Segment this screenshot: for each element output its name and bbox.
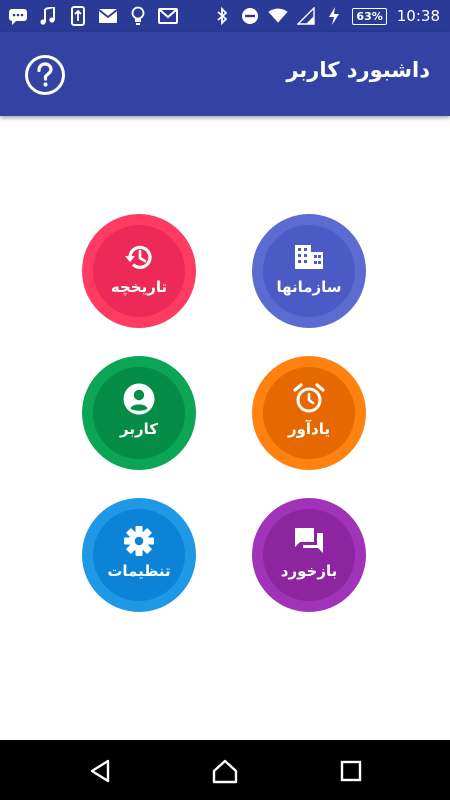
building-icon (292, 240, 326, 274)
music-icon (38, 6, 58, 26)
feedback-button[interactable]: بازخورد (252, 498, 366, 612)
organizations-button[interactable]: سازمانها (252, 214, 366, 328)
wifi-icon (268, 6, 289, 26)
mail-icon (98, 6, 118, 26)
home-icon (212, 759, 238, 784)
do-not-disturb-icon (240, 6, 260, 26)
account-icon (122, 382, 156, 416)
help-button[interactable] (24, 54, 66, 96)
gmail-icon (158, 6, 178, 26)
back-icon (90, 759, 110, 783)
settings-button[interactable]: تنظیمات (82, 498, 196, 612)
alarm-icon (292, 382, 326, 416)
navigation-bar (0, 740, 450, 800)
help-icon (25, 55, 65, 95)
home-button[interactable] (212, 758, 238, 784)
user-label: کاربر (120, 420, 158, 438)
organizations-label: سازمانها (276, 278, 342, 296)
reminder-button[interactable]: یادآور (252, 356, 366, 470)
bluetooth-icon (212, 6, 232, 26)
charging-icon (324, 6, 344, 26)
history-button[interactable]: تاریخچه (82, 214, 196, 328)
app-bar: داشبورد کاربر (0, 32, 450, 116)
recents-button[interactable] (338, 758, 364, 784)
back-button[interactable] (88, 758, 114, 784)
system-icons: 63% 10:38 (212, 0, 440, 32)
notification-icons (8, 0, 178, 32)
settings-label: تنظیمات (107, 562, 171, 580)
recents-icon (340, 760, 362, 782)
battery-level: 63% (352, 7, 387, 25)
usb-icon (68, 6, 88, 26)
clock: 10:38 (396, 7, 440, 25)
history-label: تاریخچه (110, 278, 168, 296)
feedback-label: بازخورد (280, 562, 338, 580)
gear-icon (122, 524, 156, 558)
page-title: داشبورد کاربر (286, 58, 430, 82)
lightbulb-icon (128, 6, 148, 26)
user-button[interactable]: کاربر (82, 356, 196, 470)
feedback-icon (292, 524, 326, 558)
cell-signal-icon (296, 6, 316, 26)
messages-icon (8, 6, 28, 26)
status-bar: 63% 10:38 (0, 0, 450, 32)
history-icon (122, 240, 156, 274)
reminder-label: یادآور (287, 420, 331, 438)
